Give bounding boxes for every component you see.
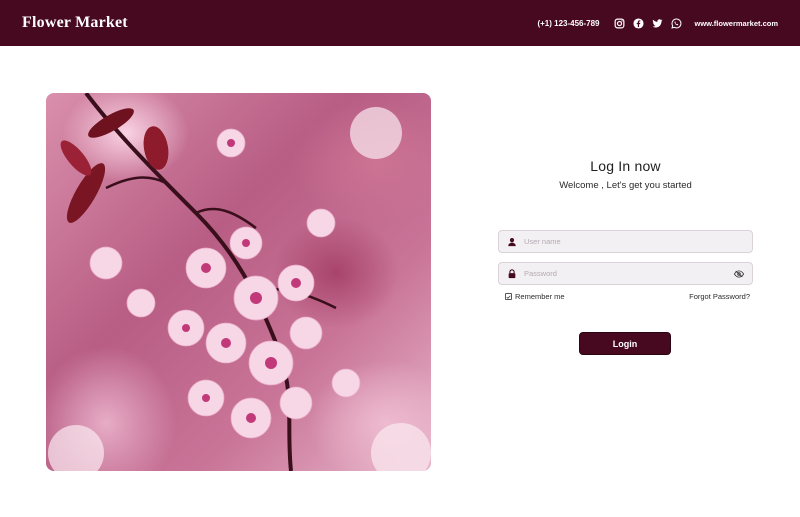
- form-options: Remember me Forgot Password?: [505, 292, 750, 301]
- cherry-blossom-photo: [46, 93, 431, 471]
- username-field[interactable]: [498, 230, 753, 253]
- login-form: Log In now Welcome , Let's get you start…: [498, 158, 753, 355]
- phone-number: (+1) 123-456-789: [537, 18, 600, 28]
- brand-logo[interactable]: Flower Market: [22, 14, 128, 32]
- blossom-illustration: [48, 93, 431, 471]
- user-icon: [507, 237, 517, 247]
- login-title: Log In now: [590, 158, 661, 174]
- social-links: [614, 17, 683, 29]
- login-button[interactable]: Login: [579, 332, 671, 355]
- remember-me-label: Remember me: [515, 292, 565, 301]
- header-contact: (+1) 123-456-789 www.flowermarket.com: [537, 17, 778, 29]
- eye-off-icon[interactable]: [733, 269, 744, 279]
- twitter-icon[interactable]: [652, 17, 664, 29]
- whatsapp-icon[interactable]: [671, 17, 683, 29]
- top-header: Flower Market (+1) 123-456-789 www.flowe…: [0, 0, 800, 46]
- forgot-password-link[interactable]: Forgot Password?: [689, 292, 750, 301]
- password-field[interactable]: [498, 262, 753, 285]
- checkbox-icon[interactable]: [505, 293, 512, 300]
- facebook-icon[interactable]: [633, 17, 645, 29]
- username-input[interactable]: [524, 237, 744, 246]
- lock-icon: [507, 268, 517, 279]
- login-subtitle: Welcome , Let's get you started: [559, 180, 692, 191]
- website-link[interactable]: www.flowermarket.com: [695, 19, 779, 28]
- instagram-icon[interactable]: [614, 17, 626, 29]
- password-input[interactable]: [524, 269, 733, 278]
- remember-me-checkbox[interactable]: Remember me: [505, 292, 565, 301]
